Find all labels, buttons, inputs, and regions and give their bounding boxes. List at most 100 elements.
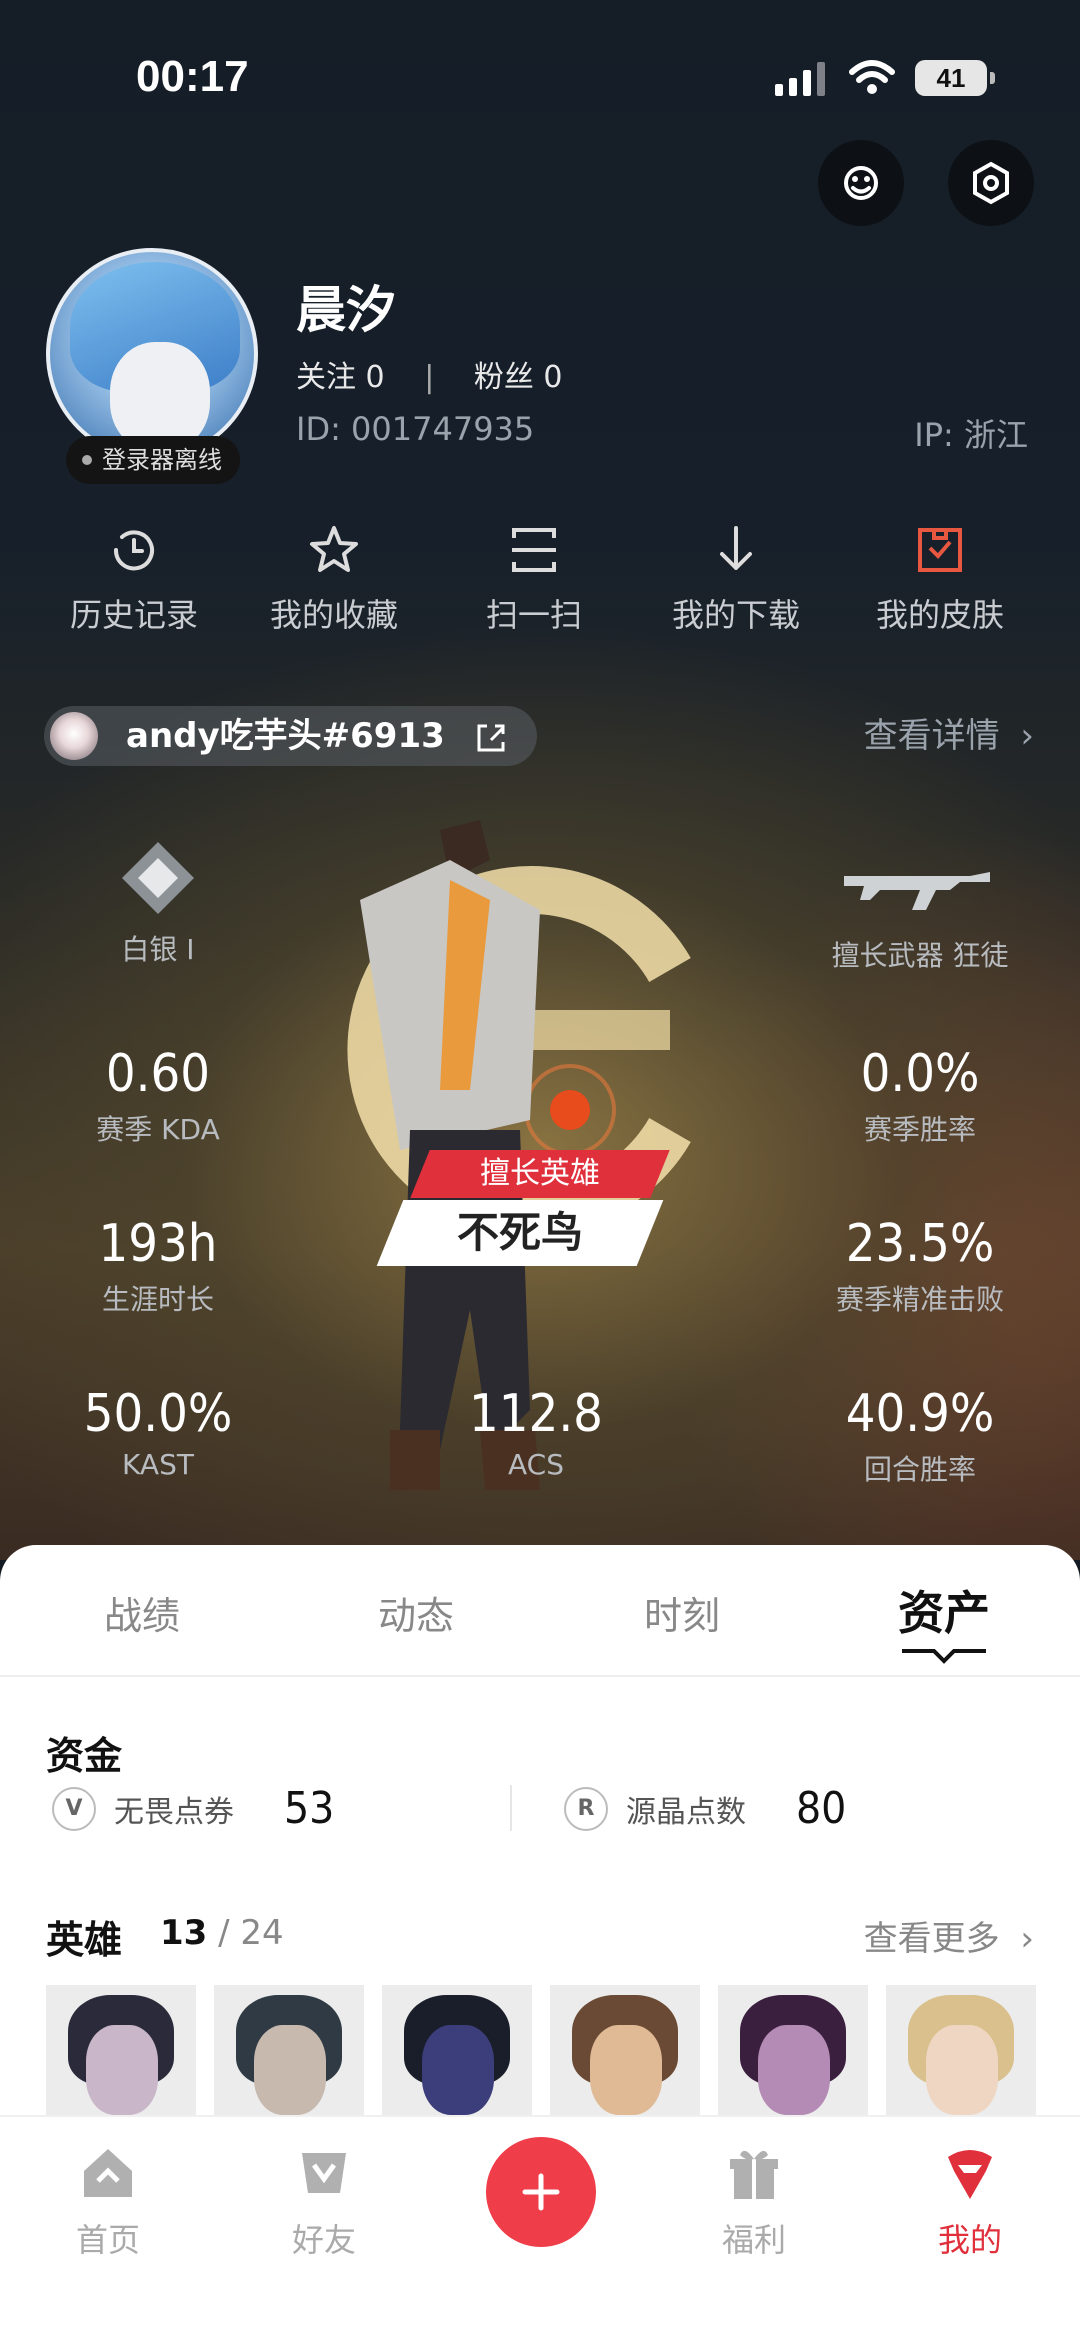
quick-action-scan[interactable]: 扫一扫	[434, 522, 634, 636]
tab-assets[interactable]: 资产	[898, 1577, 990, 1643]
best-agent-name: 不死鸟	[456, 1208, 583, 1257]
nav-friends[interactable]: 好友	[254, 2143, 394, 2261]
hero-portrait[interactable]	[382, 1985, 532, 2115]
round-win-label: 回合胜率	[863, 1453, 976, 1486]
chevron-right-icon: ›	[1020, 1919, 1034, 1959]
chevron-right-icon: ›	[1020, 716, 1034, 756]
view-more-link[interactable]: 查看更多 ›	[864, 1911, 1034, 1960]
vp-value: 53	[284, 1783, 335, 1834]
quick-action-label: 我的皮肤	[875, 596, 1004, 634]
emoji-button[interactable]	[818, 140, 904, 226]
quick-action-history[interactable]: 历史记录	[34, 522, 234, 636]
kda-label: 赛季 KDA	[96, 1113, 220, 1146]
follow-count[interactable]: 0	[366, 360, 385, 395]
status-bar: 00:17 41	[0, 0, 1080, 150]
kast-label: KAST	[122, 1448, 194, 1481]
heroes-title: 英雄	[46, 1918, 123, 1962]
bottom-navigation: 首页 好友 福利 我的	[0, 2115, 1080, 2341]
view-details-label: 查看详情	[863, 716, 1000, 756]
follow-stats: 关注 0 | 粉丝 0	[296, 360, 563, 395]
quick-action-favorites[interactable]: 我的收藏	[234, 522, 434, 636]
tab-record[interactable]: 战绩	[104, 1585, 180, 1640]
weapon-stat: 擅长武器 狂徒	[770, 860, 1070, 974]
hero-portrait[interactable]	[718, 1985, 868, 2115]
hero-portrait[interactable]	[550, 1985, 700, 2115]
history-clock-icon	[113, 530, 154, 571]
view-more-label: 查看更多	[863, 1919, 1000, 1959]
active-tab-indicator-icon	[902, 1649, 986, 1664]
fans-label[interactable]: 粉丝	[474, 360, 534, 395]
cellular-signal-icon	[775, 62, 825, 96]
share-icon	[477, 724, 505, 751]
tab-bar: 战绩 动态 时刻 资产	[0, 1545, 1080, 1677]
hero-portrait[interactable]	[886, 1985, 1036, 2115]
funds-title: 资金	[46, 1734, 123, 1778]
hero-portrait[interactable]	[46, 1985, 196, 2115]
divider	[510, 1785, 512, 1831]
quick-action-label: 历史记录	[69, 596, 198, 634]
quick-action-skins[interactable]: 我的皮肤	[840, 522, 1040, 636]
quick-action-label: 我的收藏	[269, 596, 398, 634]
riot-account-chip[interactable]: andy吃芋头#6913	[44, 706, 537, 766]
round-win-stat: 40.9% 回合胜率	[770, 1384, 1070, 1488]
hero-count: 13 / 24	[160, 1913, 284, 1953]
user-id: ID: 001747935	[296, 410, 535, 448]
profile-name: 晨汐	[296, 281, 396, 339]
kda-value: 0.60	[105, 1044, 211, 1104]
acs-label: ACS	[508, 1448, 564, 1481]
skin-icon	[918, 528, 962, 572]
vp-icon: V	[52, 1786, 96, 1831]
kda-stat: 0.60 赛季 KDA	[8, 1044, 308, 1148]
quick-action-label: 扫一扫	[485, 596, 582, 634]
nav-welfare[interactable]: 福利	[684, 2143, 824, 2261]
hero-total: / 24	[218, 1913, 284, 1953]
radianite-balance: R 源晶点数 80	[564, 1783, 846, 1834]
vp-label: 无畏点券	[114, 1794, 234, 1830]
silver-rank-icon	[122, 842, 194, 914]
rank-label: 白银 I	[121, 933, 195, 966]
view-details-link[interactable]: 查看详情 ›	[864, 706, 1034, 766]
download-icon	[720, 526, 752, 570]
win-rate-value: 0.0%	[860, 1044, 980, 1104]
status-time: 00:17	[136, 52, 249, 101]
quick-action-downloads[interactable]: 我的下载	[636, 522, 836, 636]
tab-feed[interactable]: 动态	[378, 1585, 454, 1640]
rifle-icon	[844, 872, 990, 910]
rank-stat: 白银 I	[8, 838, 308, 968]
nav-label: 福利	[721, 2221, 786, 2259]
nav-label: 首页	[75, 2221, 140, 2259]
hero-portrait[interactable]	[214, 1985, 364, 2115]
weapon-label: 擅长武器 狂徒	[831, 939, 1009, 972]
nav-home[interactable]: 首页	[38, 2143, 178, 2261]
nav-label: 好友	[291, 2221, 356, 2259]
radianite-label: 源晶点数	[626, 1794, 746, 1830]
fans-count[interactable]: 0	[543, 360, 562, 395]
gear-hexagon-icon	[973, 161, 1009, 205]
radianite-icon: R	[564, 1786, 608, 1831]
ip-location: IP: 浙江	[914, 416, 1028, 454]
playtime-label: 生涯时长	[101, 1283, 214, 1316]
nav-label: 我的	[937, 2221, 1002, 2259]
avatar[interactable]	[46, 248, 258, 460]
game-avatar	[50, 712, 98, 760]
radianite-value: 80	[796, 1783, 847, 1834]
friends-icon	[302, 2153, 346, 2193]
tab-moments[interactable]: 时刻	[644, 1585, 720, 1640]
round-win-value: 40.9%	[845, 1384, 995, 1444]
home-icon	[84, 2149, 132, 2197]
kast-stat: 50.0% KAST	[8, 1384, 308, 1481]
launcher-status-badge: 登录器离线	[66, 436, 240, 484]
acs-stat: 112.8 ACS	[386, 1384, 686, 1481]
wifi-icon	[849, 60, 895, 94]
quick-action-label: 我的下载	[671, 596, 800, 634]
precise-kill-value: 23.5%	[845, 1214, 995, 1274]
riot-id: andy吃芋头#6913	[126, 716, 445, 756]
settings-button[interactable]	[948, 140, 1034, 226]
follow-label[interactable]: 关注	[296, 360, 356, 395]
acs-value: 112.8	[469, 1384, 603, 1444]
profile-icon	[948, 2150, 992, 2199]
smiley-icon	[844, 166, 879, 200]
battery-indicator: 41	[915, 60, 995, 96]
nav-profile[interactable]: 我的	[900, 2143, 1040, 2261]
create-post-button[interactable]	[486, 2137, 596, 2247]
